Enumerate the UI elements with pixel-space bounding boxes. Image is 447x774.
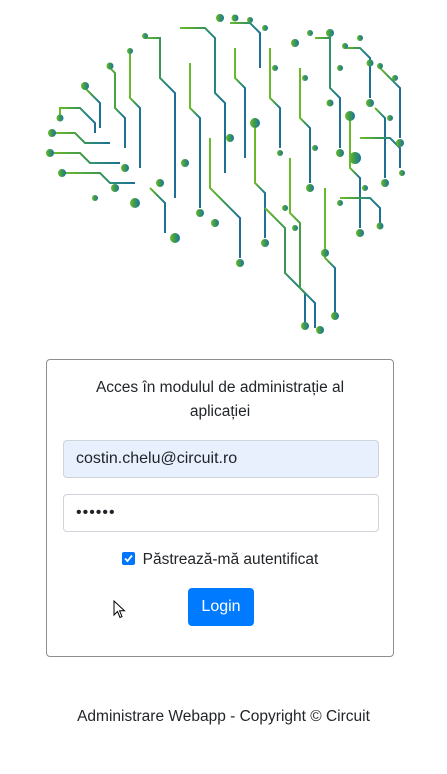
login-card: Acces în modulul de administrație al apl… <box>46 359 394 657</box>
login-button[interactable]: Login <box>188 588 254 626</box>
mouse-pointer-icon <box>113 600 126 619</box>
password-field[interactable] <box>63 494 379 532</box>
login-title: Acces în modulul de administrație al apl… <box>95 379 345 420</box>
remember-me-row[interactable]: Păstrează-mă autentificat <box>47 548 393 572</box>
remember-me-label[interactable]: Păstrează-mă autentificat <box>143 551 319 568</box>
checkbox-checked-icon[interactable] <box>121 552 135 565</box>
footer-copyright: Administrare Webapp - Copyright © Circui… <box>77 708 370 725</box>
circuit-brain-logo <box>46 14 405 334</box>
email-field[interactable] <box>63 440 379 478</box>
